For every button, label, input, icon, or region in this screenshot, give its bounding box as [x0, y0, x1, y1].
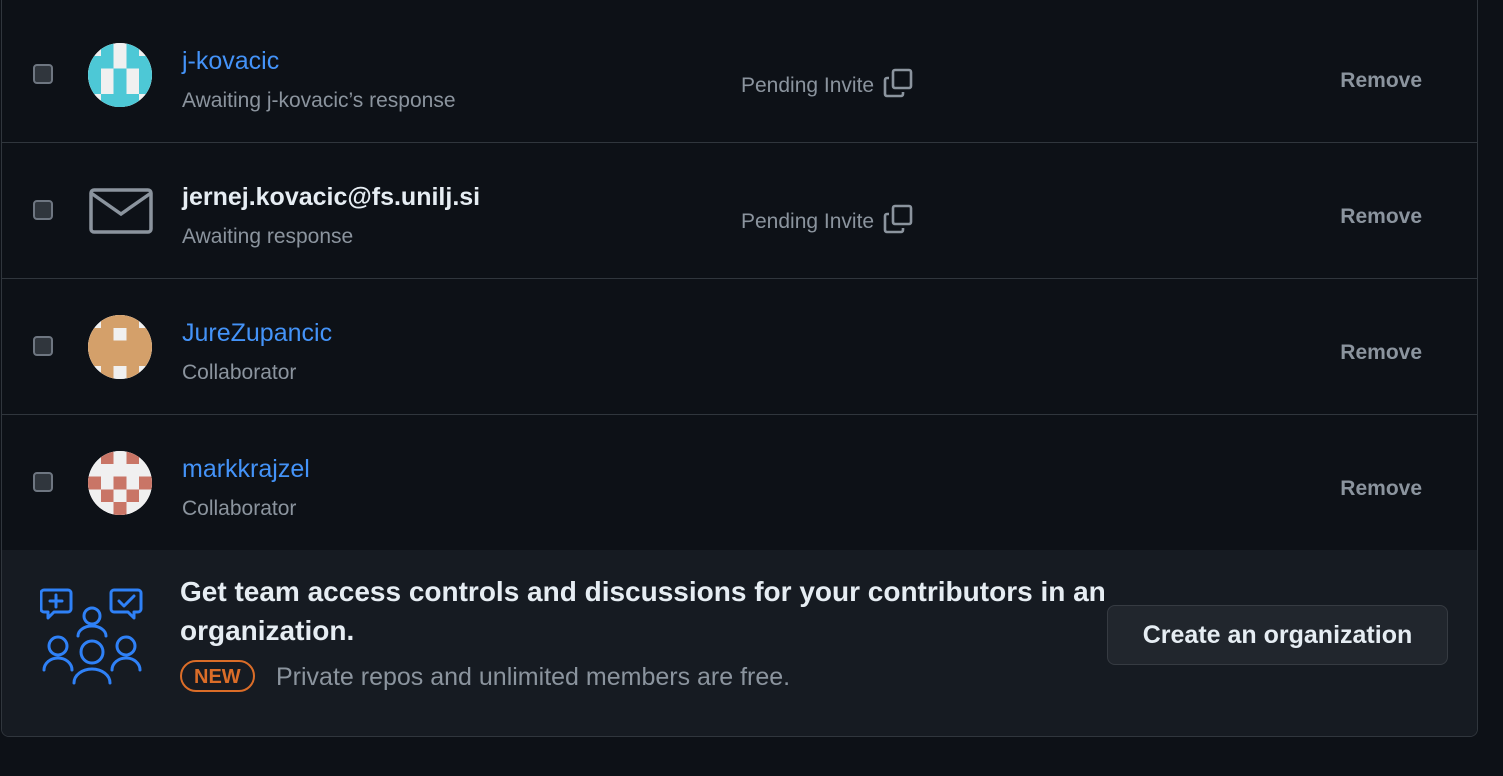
remove-button[interactable]: Remove	[1340, 477, 1422, 501]
member-username-link[interactable]: j-kovacic	[182, 47, 279, 76]
member-subtitle: Awaiting j-kovacic’s response	[182, 89, 456, 112]
new-badge: NEW	[180, 660, 255, 692]
copy-invite-icon[interactable]	[882, 203, 914, 241]
pending-invite-status: Pending Invite	[741, 203, 914, 241]
pending-invite-label: Pending Invite	[741, 210, 875, 233]
copy-invite-icon[interactable]	[882, 67, 914, 105]
promo-title: Get team access controls and discussions…	[180, 576, 1106, 646]
member-subtitle: Awaiting response	[182, 225, 354, 248]
select-checkbox[interactable]	[33, 472, 53, 492]
select-checkbox[interactable]	[33, 336, 53, 356]
select-checkbox[interactable]	[33, 64, 53, 84]
member-subtitle: Collaborator	[182, 497, 297, 520]
organization-promo-banner: Get team access controls and discussions…	[2, 550, 1477, 736]
collaborators-list: j-kovacic Awaiting j-kovacic’s response …	[1, 0, 1478, 737]
list-item: markkrajzel Collaborator Remove	[2, 415, 1477, 551]
avatar[interactable]	[88, 43, 152, 107]
select-checkbox[interactable]	[33, 200, 53, 220]
list-item: jernej.kovacic@fs.unilj.si Awaiting resp…	[2, 143, 1477, 279]
member-username-link[interactable]: JureZupancic	[182, 319, 332, 348]
pending-invite-label: Pending Invite	[741, 74, 875, 97]
remove-button[interactable]: Remove	[1340, 341, 1422, 365]
remove-button[interactable]: Remove	[1340, 205, 1422, 229]
invite-email: jernej.kovacic@fs.unilj.si	[182, 183, 481, 211]
member-subtitle: Collaborator	[182, 361, 297, 384]
create-organization-button[interactable]: Create an organization	[1107, 605, 1448, 665]
avatar[interactable]	[88, 315, 152, 379]
remove-button[interactable]: Remove	[1340, 69, 1422, 93]
promo-note: Private repos and unlimited members are …	[276, 663, 791, 691]
avatar[interactable]	[88, 451, 152, 515]
team-discussion-icon	[39, 586, 144, 691]
mail-icon	[88, 187, 154, 235]
list-item: JureZupancic Collaborator Remove	[2, 279, 1477, 415]
pending-invite-status: Pending Invite	[741, 67, 914, 105]
list-item: j-kovacic Awaiting j-kovacic’s response …	[2, 7, 1477, 143]
member-username-link[interactable]: markkrajzel	[182, 455, 310, 484]
